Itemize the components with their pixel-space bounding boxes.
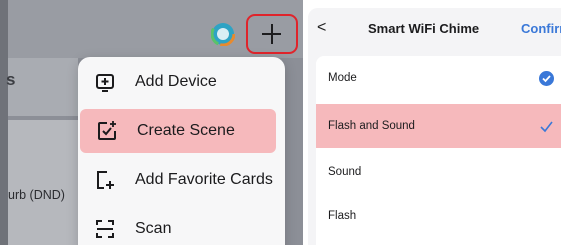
menu-item-label: Scan bbox=[135, 220, 172, 237]
option-label: Sound bbox=[328, 166, 362, 178]
menu-item-label: Create Scene bbox=[137, 122, 235, 139]
add-favorite-cards-icon bbox=[97, 171, 114, 189]
menu-item-label: Add Device bbox=[135, 73, 217, 90]
background-heading-fragment: s bbox=[6, 70, 16, 89]
option-row-mode[interactable]: Mode bbox=[316, 56, 561, 100]
confirm-button[interactable]: Confirm bbox=[521, 21, 561, 36]
option-label: Flash and Sound bbox=[328, 120, 415, 132]
dnd-label-fragment: urb (DND) bbox=[8, 188, 65, 202]
app-logo-icon bbox=[211, 22, 235, 46]
option-row-flash[interactable]: Flash bbox=[316, 194, 561, 238]
nav-bar: < Smart WiFi Chime Confirm bbox=[308, 8, 561, 48]
add-dropdown-menu: Add Device Create Scene Add Favorite Car… bbox=[78, 57, 285, 245]
option-row-flash-and-sound[interactable]: Flash and Sound bbox=[316, 104, 561, 148]
chime-settings-panel: < Smart WiFi Chime Confirm Mode Flash an… bbox=[308, 8, 561, 245]
add-device-icon bbox=[96, 74, 114, 92]
create-scene-icon bbox=[98, 121, 116, 140]
menu-item-label: Add Favorite Cards bbox=[135, 171, 273, 188]
page-title: Smart WiFi Chime bbox=[368, 21, 480, 36]
background-card bbox=[8, 120, 78, 245]
menu-item-add-favorite-cards[interactable]: Add Favorite Cards bbox=[78, 158, 285, 202]
home-screen-panel: s urb (DND) Add Device Create Scene Add … bbox=[0, 0, 303, 245]
menu-item-scan[interactable]: Scan bbox=[78, 207, 285, 245]
option-label: Flash bbox=[328, 210, 357, 222]
background-card bbox=[8, 58, 78, 116]
left-edge bbox=[0, 0, 8, 245]
options-list: Mode Flash and Sound Sound Flash bbox=[316, 56, 561, 245]
menu-item-create-scene[interactable]: Create Scene bbox=[80, 109, 276, 153]
option-row-sound[interactable]: Sound bbox=[316, 150, 561, 194]
check-icon bbox=[540, 121, 553, 133]
menu-item-add-device[interactable]: Add Device bbox=[78, 60, 285, 104]
scan-icon bbox=[96, 220, 114, 238]
option-label: Mode bbox=[328, 72, 357, 84]
add-plus-button[interactable] bbox=[246, 14, 298, 54]
back-button[interactable]: < bbox=[317, 19, 326, 37]
screenshot: s urb (DND) Add Device Create Scene Add … bbox=[0, 0, 561, 245]
selected-check-icon bbox=[539, 71, 554, 86]
